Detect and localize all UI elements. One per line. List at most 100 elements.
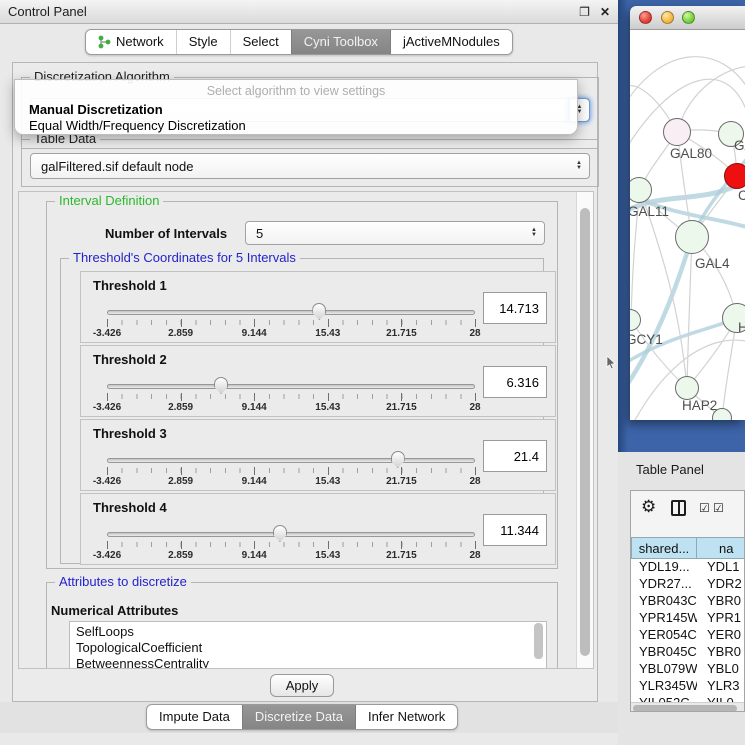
table-data-combobox[interactable]: galFiltered.sif default node ▲▼ (30, 153, 590, 179)
threshold-3-slider[interactable]: -3.4262.8599.14415.4321.71528 (107, 454, 475, 488)
horizontal-scrollbar-thumb[interactable] (633, 705, 737, 712)
gear-icon[interactable]: ⚙ (641, 497, 656, 517)
slider-track[interactable] (107, 458, 475, 463)
slider-scale: -3.4262.8599.14415.4321.71528 (107, 402, 475, 414)
threshold-2-slider[interactable]: -3.4262.8599.14415.4321.71528 (107, 380, 475, 414)
node-label: C (738, 188, 745, 203)
slider-thumb[interactable] (214, 377, 228, 394)
combobox-stepper-icon[interactable]: ▲▼ (569, 161, 589, 171)
columns-icon[interactable] (671, 500, 686, 516)
tick-label: 15.43 (315, 402, 340, 413)
thresholds-group: Threshold's Coordinates for 5 Intervals … (60, 258, 544, 564)
attributes-title: Attributes to discretize (55, 574, 191, 589)
threshold-value-field[interactable] (483, 514, 547, 546)
control-panel-titlebar: Control Panel ❐ ✕ (0, 0, 618, 24)
slider-thumb[interactable] (391, 451, 405, 468)
close-icon[interactable]: ✕ (600, 6, 610, 18)
slider-scale: -3.4262.8599.14415.4321.71528 (107, 476, 475, 488)
control-panel: Control Panel ❐ ✕ Network Style Select C… (0, 0, 618, 745)
float-window-icon[interactable]: ❐ (579, 6, 590, 18)
apply-button[interactable]: Apply (270, 674, 334, 697)
tick-label: 21.715 (386, 402, 417, 413)
slider-track[interactable] (107, 310, 475, 315)
threshold-1-box: Threshold 1 -3.4262.8599.14415.4321.7152… (80, 271, 556, 343)
tab-infer-network[interactable]: Infer Network (355, 705, 457, 729)
network-desktop: GAL80 GA C GAL11 GAL4 GCY1 H HAP2 (618, 0, 745, 452)
threshold-value-field[interactable] (483, 440, 547, 472)
network-canvas[interactable]: GAL80 GA C GAL11 GAL4 GCY1 H HAP2 (630, 30, 745, 420)
slider-thumb[interactable] (312, 303, 326, 320)
slider-track[interactable] (107, 384, 475, 389)
tick-label: 21.715 (386, 328, 417, 339)
slider-scale: -3.4262.8599.14415.4321.71528 (107, 328, 475, 340)
tick-label: 2.859 (168, 328, 193, 339)
number-of-intervals-combobox[interactable]: 5 ▲▼ (245, 221, 545, 245)
tab-impute-data[interactable]: Impute Data (147, 705, 242, 729)
column-header-shared-name[interactable]: shared... (631, 537, 697, 559)
tab-cyni-toolbox[interactable]: Cyni Toolbox (291, 30, 390, 54)
table-cell: YDR27... (631, 576, 697, 593)
node-gal4[interactable] (675, 220, 709, 254)
tab-style[interactable]: Style (176, 30, 230, 54)
tick-label: 9.144 (242, 402, 267, 413)
checkbox-checked-icon[interactable]: ☑ (713, 501, 724, 515)
number-of-intervals-label: Number of Intervals (105, 226, 227, 241)
bottom-tab-strip: Impute Data Discretize Data Infer Networ… (0, 702, 618, 733)
table-cell: YBR043C (631, 593, 697, 610)
tick-label: 9.144 (242, 476, 267, 487)
node-gal80[interactable] (663, 118, 691, 146)
mouse-cursor (606, 356, 616, 370)
slider-ticks (107, 542, 475, 547)
checkbox-checked-icon[interactable]: ☑ (699, 501, 710, 515)
table-cell: YLR3 (697, 678, 745, 695)
combobox-stepper-icon[interactable]: ▲▼ (524, 228, 544, 238)
table-row[interactable]: YBR045CYBR0 (631, 644, 745, 661)
tab-jactivemnodules[interactable]: jActiveMNodules (390, 30, 512, 54)
slider-thumb[interactable] (273, 525, 287, 542)
close-traffic-light[interactable] (639, 11, 652, 24)
threshold-label: Threshold 2 (93, 352, 167, 367)
zoom-traffic-light[interactable] (682, 11, 695, 24)
table-row[interactable]: YPR145WYPR1 (631, 610, 745, 627)
list-scrollbar[interactable] (534, 623, 543, 659)
table-row[interactable]: YBL079WYBL0 (631, 661, 745, 678)
table-cell: YLR345W (631, 678, 697, 695)
tab-network[interactable]: Network (86, 30, 176, 54)
table-cell: YER0 (697, 627, 745, 644)
right-column: GAL80 GA C GAL11 GAL4 GCY1 H HAP2 Table … (618, 0, 745, 745)
table-panel-title: Table Panel (636, 462, 704, 477)
table-row[interactable]: YDL19...YDL1 (631, 559, 745, 576)
tab-discretize-data[interactable]: Discretize Data (242, 705, 355, 729)
threshold-4-slider[interactable]: -3.4262.8599.14415.4321.71528 (107, 528, 475, 562)
table-row[interactable]: YLR345WYLR3 (631, 678, 745, 695)
table-cell: YBL0 (697, 661, 745, 678)
threshold-value-field[interactable] (483, 366, 547, 398)
attribute-item[interactable]: BetweennessCentrality (76, 656, 546, 669)
scrollbar-thumb[interactable] (580, 208, 590, 656)
algorithm-option-equal-width[interactable]: Equal Width/Frequency Discretization (18, 118, 574, 133)
tick-label: 15.43 (315, 550, 340, 561)
tab-label: Network (116, 30, 164, 54)
slider-ticks (107, 394, 475, 399)
slider-track[interactable] (107, 532, 475, 537)
node-label: GCY1 (630, 332, 663, 347)
tick-label: 21.715 (386, 550, 417, 561)
attribute-item[interactable]: TopologicalCoefficient (76, 640, 546, 656)
table-toolbar: ⚙ ☑ ☑ (631, 491, 744, 531)
attribute-item[interactable]: SelfLoops (76, 624, 546, 640)
node-red-selected[interactable] (724, 163, 745, 189)
scrollbar-track[interactable] (576, 192, 593, 668)
numerical-attributes-list[interactable]: SelfLoopsTopologicalCoefficientBetweenne… (69, 621, 547, 669)
settings-scrollpane: Interval Definition Number of Intervals … (18, 191, 594, 669)
table-row[interactable]: YER054CYER0 (631, 627, 745, 644)
node-hap2[interactable] (675, 376, 699, 400)
column-header-name[interactable]: na (697, 537, 745, 559)
table-row[interactable]: YBR043CYBR0 (631, 593, 745, 610)
table-row[interactable]: YDR27...YDR2 (631, 576, 745, 593)
minimize-traffic-light[interactable] (661, 11, 674, 24)
threshold-value-field[interactable] (483, 292, 547, 324)
horizontal-scrollbar[interactable] (631, 702, 744, 712)
threshold-1-slider[interactable]: -3.4262.8599.14415.4321.71528 (107, 306, 475, 340)
algorithm-option-manual[interactable]: Manual Discretization (18, 102, 574, 117)
tab-select[interactable]: Select (230, 30, 291, 54)
